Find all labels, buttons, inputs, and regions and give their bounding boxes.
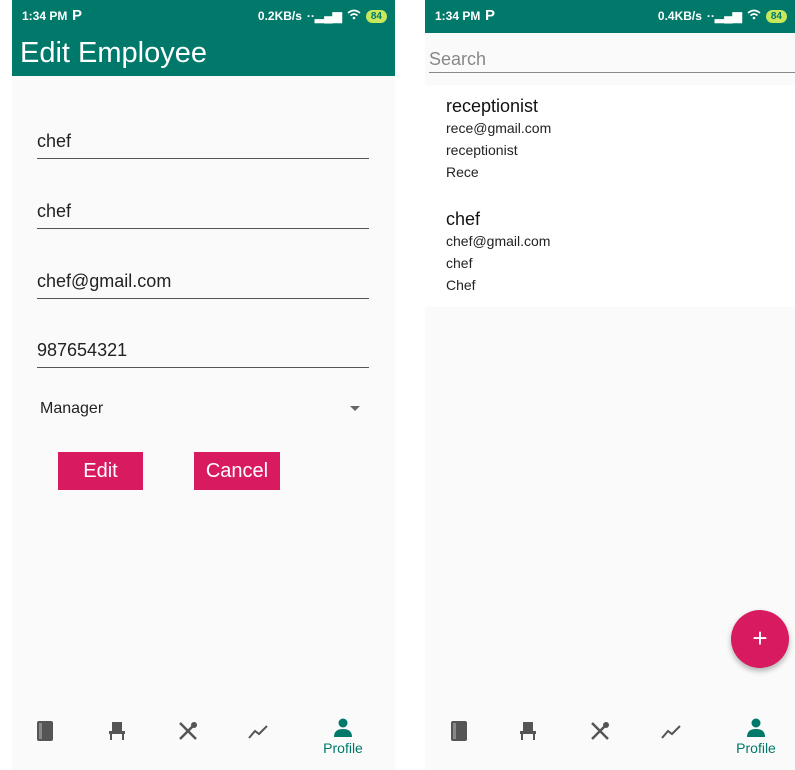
chart-icon (661, 725, 681, 739)
employee-role: chef (446, 255, 473, 271)
battery-icon: 84 (365, 9, 387, 23)
dropdown-arrow-icon (350, 406, 360, 411)
utensils-icon (179, 722, 197, 740)
last-name-field[interactable]: chef (37, 198, 369, 229)
person-icon (334, 718, 352, 737)
role-selected: Manager (40, 400, 104, 417)
status-info: 0.2KB/s ··▂▄▆ 84 (258, 9, 387, 23)
edit-employee-screen: 1:34 PM P 0.2KB/s ··▂▄▆ 84 Edit Employee… (12, 0, 395, 770)
nav-reservations[interactable] (25, 720, 65, 742)
book-icon (37, 721, 53, 741)
phone-field[interactable]: 987654321 (37, 337, 369, 368)
parking-app-icon: P (72, 7, 83, 24)
last-name-value: chef (37, 201, 72, 221)
wifi-icon (747, 9, 761, 23)
role-dropdown[interactable]: Manager (40, 400, 360, 422)
employee-email: chef@gmail.com (446, 233, 551, 249)
status-bar: 1:34 PM P 0.4KB/s ··▂▄▆ 84 (425, 0, 795, 33)
nav-tables[interactable] (508, 720, 548, 742)
nav-reports[interactable] (238, 720, 278, 742)
search-placeholder: Search (429, 49, 487, 69)
chart-icon (248, 725, 268, 739)
nav-tables[interactable] (97, 720, 137, 742)
chair-icon (520, 722, 536, 740)
nav-profile[interactable]: Profile (731, 718, 781, 756)
employee-list: receptionist rece@gmail.com receptionist… (425, 85, 795, 307)
nav-reports[interactable] (651, 720, 691, 742)
status-bar: 1:34 PM P 0.2KB/s ··▂▄▆ 84 (12, 0, 395, 33)
signal-icon: ··▂▄▆ (306, 9, 342, 23)
status-time: 1:34 PM (435, 9, 481, 23)
employee-email: rece@gmail.com (446, 120, 552, 136)
signal-icon: ··▂▄▆ (706, 9, 742, 23)
page-title: Edit Employee (20, 37, 207, 69)
battery-icon: 84 (765, 9, 787, 23)
list-item[interactable]: chef chef@gmail.com chef Chef (446, 208, 550, 296)
bottom-navigation: Profile (425, 710, 795, 770)
app-bar: Edit Employee (12, 33, 395, 76)
bottom-navigation: Profile (12, 710, 395, 770)
employee-list-screen: 1:34 PM P 0.4KB/s ··▂▄▆ 84 Search recept… (425, 0, 795, 770)
person-icon (747, 718, 765, 737)
chair-icon (109, 722, 125, 740)
email-value: chef@gmail.com (37, 271, 172, 291)
nav-profile-label: Profile (736, 740, 776, 756)
network-speed: 0.4KB/s (657, 9, 702, 23)
add-employee-button[interactable]: + (731, 610, 789, 668)
nav-reservations[interactable] (439, 720, 479, 742)
first-name-value: chef (37, 131, 72, 151)
parking-app-icon: P (485, 7, 496, 24)
nav-profile[interactable]: Profile (318, 718, 368, 756)
employee-name: chef (446, 209, 481, 229)
first-name-field[interactable]: chef (37, 128, 369, 159)
status-time: 1:34 PM (22, 9, 68, 23)
employee-role: receptionist (446, 142, 518, 158)
utensils-icon (591, 722, 609, 740)
network-speed: 0.2KB/s (257, 9, 302, 23)
book-icon (451, 721, 467, 741)
edit-button[interactable]: Edit (58, 452, 143, 490)
wifi-icon (347, 9, 361, 23)
employee-name: receptionist (446, 96, 539, 116)
nav-profile-label: Profile (323, 740, 363, 756)
search-input[interactable]: Search (429, 45, 795, 73)
cancel-button[interactable]: Cancel (194, 452, 280, 490)
list-item[interactable]: receptionist rece@gmail.com receptionist… (446, 95, 551, 183)
employee-extra: Rece (446, 164, 479, 180)
phone-value: 987654321 (37, 340, 128, 360)
email-field[interactable]: chef@gmail.com (37, 268, 369, 299)
nav-menu[interactable] (168, 720, 208, 742)
status-info: 0.4KB/s ··▂▄▆ 84 (658, 9, 787, 23)
nav-menu[interactable] (580, 720, 620, 742)
employee-extra: Chef (446, 277, 476, 293)
